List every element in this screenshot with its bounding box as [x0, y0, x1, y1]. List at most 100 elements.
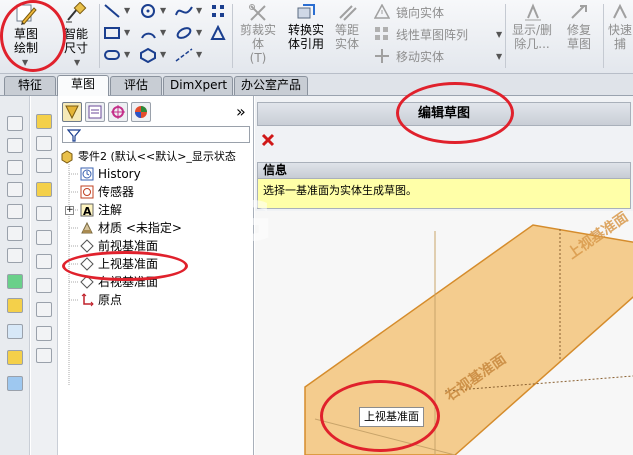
tree-item-top-plane[interactable]: 上视基准面: [80, 255, 158, 273]
feature-tool-icon[interactable]: [7, 138, 23, 153]
feature-tool-icon[interactable]: [7, 182, 23, 197]
centerline-tool[interactable]: [174, 46, 194, 64]
tree-item-material[interactable]: 材质 <未指定>: [80, 219, 182, 237]
plane-icon: [80, 257, 94, 271]
sketch-tool-icon[interactable]: [36, 326, 52, 341]
spline-tool[interactable]: [174, 2, 194, 20]
feature-tool-icon[interactable]: [7, 324, 23, 339]
tree-item-history[interactable]: History: [80, 165, 141, 183]
tree-item-annotations[interactable]: A 注解: [80, 201, 122, 219]
slot-tool[interactable]: [102, 46, 122, 64]
feature-tool-icon[interactable]: [7, 204, 23, 219]
tree-item-sensors[interactable]: 传感器: [80, 183, 134, 201]
origin-icon: [81, 293, 94, 307]
display-manager-tab[interactable]: [131, 102, 151, 122]
convert-entities-icon: [297, 4, 315, 19]
expand-panel-button[interactable]: »: [236, 102, 246, 121]
sketch-tool-icon[interactable]: [36, 348, 52, 363]
rectangle-tool[interactable]: [102, 24, 122, 42]
tree-item-right-plane[interactable]: 右视基准面: [80, 273, 158, 291]
tree-item-origin[interactable]: 原点: [80, 291, 122, 309]
sketch-tool-icon[interactable]: [36, 136, 52, 151]
feature-tool-icon[interactable]: [7, 376, 23, 391]
tab-evaluate[interactable]: 评估: [110, 76, 162, 95]
annotation-icon: A: [80, 203, 94, 217]
centerline-icon: [175, 48, 193, 62]
arc-icon: [141, 32, 156, 39]
material-icon: [81, 221, 93, 234]
slot-icon: [104, 50, 120, 60]
graphics-area[interactable]: 上视基准面 右视基准面 上视基准面: [255, 211, 633, 455]
feature-tool-icon[interactable]: [7, 226, 23, 241]
sketch-tool-icon[interactable]: [36, 114, 52, 129]
plane-tooltip: 上视基准面: [359, 407, 424, 427]
close-x-icon: [261, 133, 275, 147]
sketch-dropdown-arrow[interactable]: ▼: [22, 58, 28, 67]
sketch-button[interactable]: 草图绘制: [6, 2, 46, 55]
feature-tool-icon[interactable]: [7, 160, 23, 175]
linear-pattern-label: 线性草图阵列: [396, 28, 469, 42]
tab-features[interactable]: 特征: [4, 76, 56, 95]
ellipse-tool[interactable]: [174, 24, 194, 42]
mirror-icon: [374, 4, 390, 19]
repair-sketch-button[interactable]: 修复草图: [560, 2, 598, 51]
tab-office-products[interactable]: 办公室产品: [234, 76, 308, 95]
property-manager-tab[interactable]: [85, 102, 105, 122]
part-icon: [61, 150, 73, 164]
convert-entities-button[interactable]: 转换实体引用: [284, 2, 328, 51]
info-header[interactable]: 信息: [257, 162, 631, 179]
plane-icon: [80, 275, 94, 289]
mirror-entities-button[interactable]: [372, 3, 392, 21]
text-tool[interactable]: [208, 24, 228, 42]
feature-tool-icon[interactable]: [7, 274, 23, 289]
feature-manager-tab[interactable]: [62, 102, 82, 122]
tab-sketch[interactable]: 草图: [57, 75, 109, 96]
close-button[interactable]: [261, 133, 275, 147]
panel-title: 编辑草图: [257, 102, 631, 126]
sketch-tool-icon[interactable]: [36, 206, 52, 221]
annotations-expander[interactable]: +: [65, 206, 74, 215]
filter-icon: [66, 129, 82, 142]
feature-tool-icon[interactable]: [7, 116, 23, 131]
linear-pattern-button[interactable]: [372, 25, 392, 43]
sketch-tool-icon[interactable]: [36, 254, 52, 269]
polygon-icon: [140, 47, 156, 63]
feature-tool-icon[interactable]: [7, 350, 23, 365]
feature-tool-icon[interactable]: [7, 248, 23, 263]
move-icon: [375, 49, 389, 63]
tree-filter-box[interactable]: [62, 126, 250, 143]
sensor-icon: [80, 185, 94, 199]
offset-entities-button[interactable]: 等距实体: [330, 2, 364, 51]
smart-dimension-label: 智能尺寸: [63, 27, 88, 55]
feature-tool-icon[interactable]: [7, 298, 23, 313]
quick-snaps-button[interactable]: 快速捕: [607, 2, 633, 51]
convert-label: 转换实体引用: [287, 23, 324, 51]
tree-lines: [68, 164, 78, 386]
repair-sketch-icon: [571, 5, 587, 19]
configuration-manager-tab[interactable]: [108, 102, 128, 122]
ellipse-icon: [176, 27, 192, 39]
offset-label: 等距实体: [334, 23, 359, 51]
tree-item-front-plane[interactable]: 前视基准面: [80, 237, 158, 255]
sketch-tool-icon[interactable]: [36, 182, 52, 197]
tree-part-root[interactable]: 零件2 (默认<<默认>_显示状态: [60, 148, 236, 166]
sketch-tool-icon[interactable]: [36, 158, 52, 173]
point-tool[interactable]: [208, 2, 228, 20]
sketch-tool-icon[interactable]: [36, 230, 52, 245]
history-icon: [80, 167, 94, 181]
trim-entities-button[interactable]: 剪裁实体 (T): [236, 2, 280, 65]
sketch-tool-icon[interactable]: [36, 278, 52, 293]
display-delete-relations-button[interactable]: 显示/删除几...: [510, 2, 556, 51]
line-icon: [104, 4, 120, 18]
part-name: 零件2 (默认<<默认>_显示状态: [78, 150, 236, 163]
line-tool[interactable]: [102, 2, 122, 20]
move-label: 移动实体: [396, 50, 445, 64]
sketch-tool-icon[interactable]: [36, 302, 52, 317]
polygon-tool[interactable]: [138, 46, 158, 64]
tab-dimxpert[interactable]: DimXpert: [163, 76, 233, 95]
smart-dim-dropdown-arrow[interactable]: ▼: [74, 58, 80, 67]
circle-tool[interactable]: [138, 2, 158, 20]
move-entities-button[interactable]: [372, 47, 392, 65]
smart-dimension-button[interactable]: 智能尺寸: [56, 2, 96, 55]
arc-tool[interactable]: [138, 24, 158, 42]
